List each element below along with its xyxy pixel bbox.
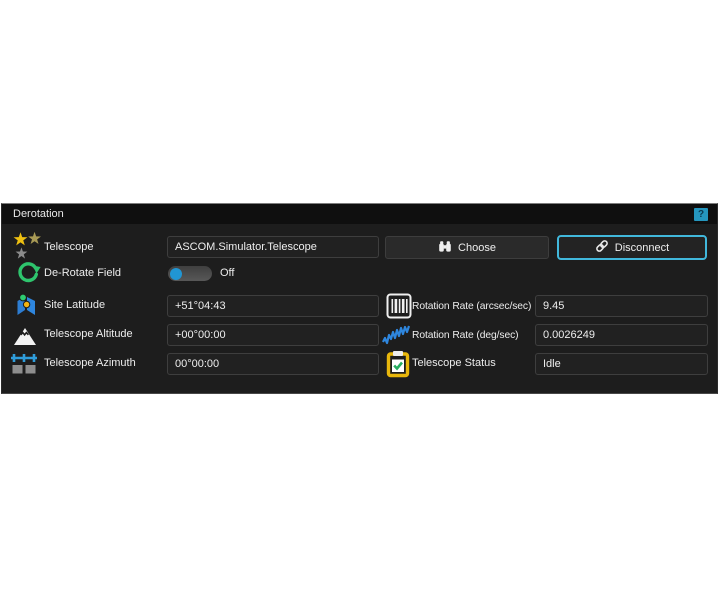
- telescope-status-input[interactable]: [535, 353, 708, 375]
- derotation-panel: Derotation ? Telescope Choose: [1, 203, 718, 394]
- telescope-status-label: Telescope Status: [412, 357, 496, 370]
- toggle-state-label: Off: [220, 267, 234, 280]
- derotate-field-label: De-Rotate Field: [44, 267, 121, 280]
- telescope-label: Telescope: [44, 241, 94, 254]
- barcode-icon: [386, 293, 412, 324]
- rotation-rate-deg-label: Rotation Rate (deg/sec): [412, 329, 518, 342]
- panel-title: Derotation: [13, 208, 64, 220]
- disconnect-button-label: Disconnect: [615, 242, 669, 254]
- derotate-toggle[interactable]: [168, 266, 212, 281]
- map-pins-icon: [14, 293, 38, 324]
- telescope-device-input[interactable]: [167, 236, 379, 258]
- telescope-altitude-label: Telescope Altitude: [44, 328, 133, 341]
- rotation-rate-deg-input[interactable]: [535, 324, 708, 346]
- waveform-icon: [382, 322, 410, 353]
- rotate-cw-icon: [15, 261, 41, 292]
- choose-button[interactable]: Choose: [385, 236, 549, 259]
- choose-button-label: Choose: [458, 242, 496, 254]
- panel-titlebar: Derotation ?: [2, 204, 717, 224]
- binoculars-icon: [438, 240, 452, 256]
- site-latitude-input[interactable]: [167, 295, 379, 317]
- site-latitude-label: Site Latitude: [44, 299, 105, 312]
- toggle-knob: [170, 268, 182, 280]
- help-button[interactable]: ?: [694, 208, 708, 221]
- telescope-altitude-input[interactable]: [167, 324, 379, 346]
- rotation-rate-arcsec-input[interactable]: [535, 295, 708, 317]
- telescope-azimuth-input[interactable]: [167, 353, 379, 375]
- azimuth-ruler-icon: [10, 352, 38, 381]
- rotation-rate-arcsec-label: Rotation Rate (arcsec/sec): [412, 300, 531, 313]
- disconnect-button[interactable]: Disconnect: [557, 235, 707, 260]
- clipboard-check-icon: [386, 350, 410, 383]
- telescope-azimuth-label: Telescope Azimuth: [44, 357, 136, 370]
- mountain-icon: [12, 324, 38, 352]
- link-icon: [595, 239, 609, 256]
